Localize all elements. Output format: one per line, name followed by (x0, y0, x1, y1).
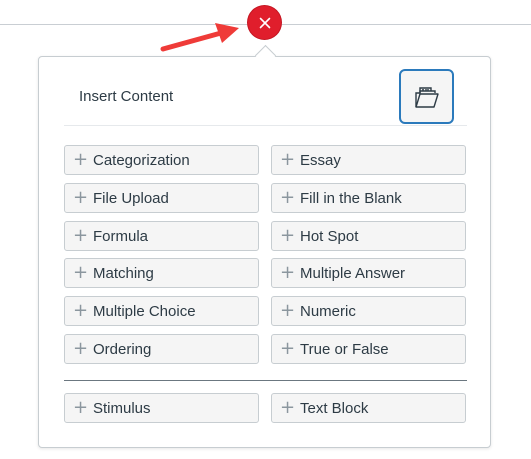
option-matching[interactable]: + Matching (64, 258, 259, 288)
plus-icon: + (73, 187, 89, 208)
option-label: Essay (300, 151, 341, 169)
plus-icon: + (280, 397, 296, 418)
close-button[interactable] (248, 6, 281, 39)
plus-icon: + (73, 397, 89, 418)
question-bank-icon (414, 86, 439, 108)
plus-icon: + (280, 149, 296, 170)
option-label: Fill in the Blank (300, 189, 402, 207)
plus-icon: + (73, 225, 89, 246)
option-label: File Upload (93, 189, 169, 207)
option-stimulus[interactable]: + Stimulus (64, 393, 259, 423)
option-categorization[interactable]: + Categorization (64, 145, 259, 175)
option-label: Numeric (300, 302, 356, 320)
option-multiple-answer[interactable]: + Multiple Answer (271, 258, 466, 288)
option-label: Ordering (93, 340, 152, 358)
option-label: Multiple Choice (93, 302, 196, 320)
option-text-block[interactable]: + Text Block (271, 393, 466, 423)
option-multiple-choice[interactable]: + Multiple Choice (64, 296, 259, 326)
option-hot-spot[interactable]: + Hot Spot (271, 221, 466, 251)
option-fill-in-the-blank[interactable]: + Fill in the Blank (271, 183, 466, 213)
question-bank-button[interactable] (399, 69, 454, 124)
plus-icon: + (73, 300, 89, 321)
option-label: Stimulus (93, 399, 151, 417)
insert-content-popover: Insert Content + Categorization + Essay … (38, 44, 491, 448)
option-true-or-false[interactable]: + True or False (271, 334, 466, 364)
panel-title: Insert Content (79, 88, 174, 105)
option-label: Text Block (300, 399, 369, 417)
annotation-arrow-icon (160, 23, 239, 52)
plus-icon: + (280, 187, 296, 208)
option-label: Hot Spot (300, 227, 359, 245)
option-label: Categorization (93, 151, 190, 169)
plus-icon: + (280, 338, 296, 359)
option-label: Matching (93, 264, 154, 282)
plus-icon: + (280, 225, 296, 246)
header-divider (64, 125, 467, 126)
option-label: Multiple Answer (300, 264, 406, 282)
plus-icon: + (280, 300, 296, 321)
option-label: True or False (300, 340, 389, 358)
section-divider (64, 380, 467, 381)
plus-icon: + (280, 262, 296, 283)
popover-caret (254, 44, 277, 67)
option-formula[interactable]: + Formula (64, 221, 259, 251)
option-ordering[interactable]: + Ordering (64, 334, 259, 364)
option-numeric[interactable]: + Numeric (271, 296, 466, 326)
plus-icon: + (73, 338, 89, 359)
plus-icon: + (73, 262, 89, 283)
option-file-upload[interactable]: + File Upload (64, 183, 259, 213)
close-icon (259, 17, 270, 28)
option-essay[interactable]: + Essay (271, 145, 466, 175)
option-label: Formula (93, 227, 149, 245)
plus-icon: + (73, 149, 89, 170)
